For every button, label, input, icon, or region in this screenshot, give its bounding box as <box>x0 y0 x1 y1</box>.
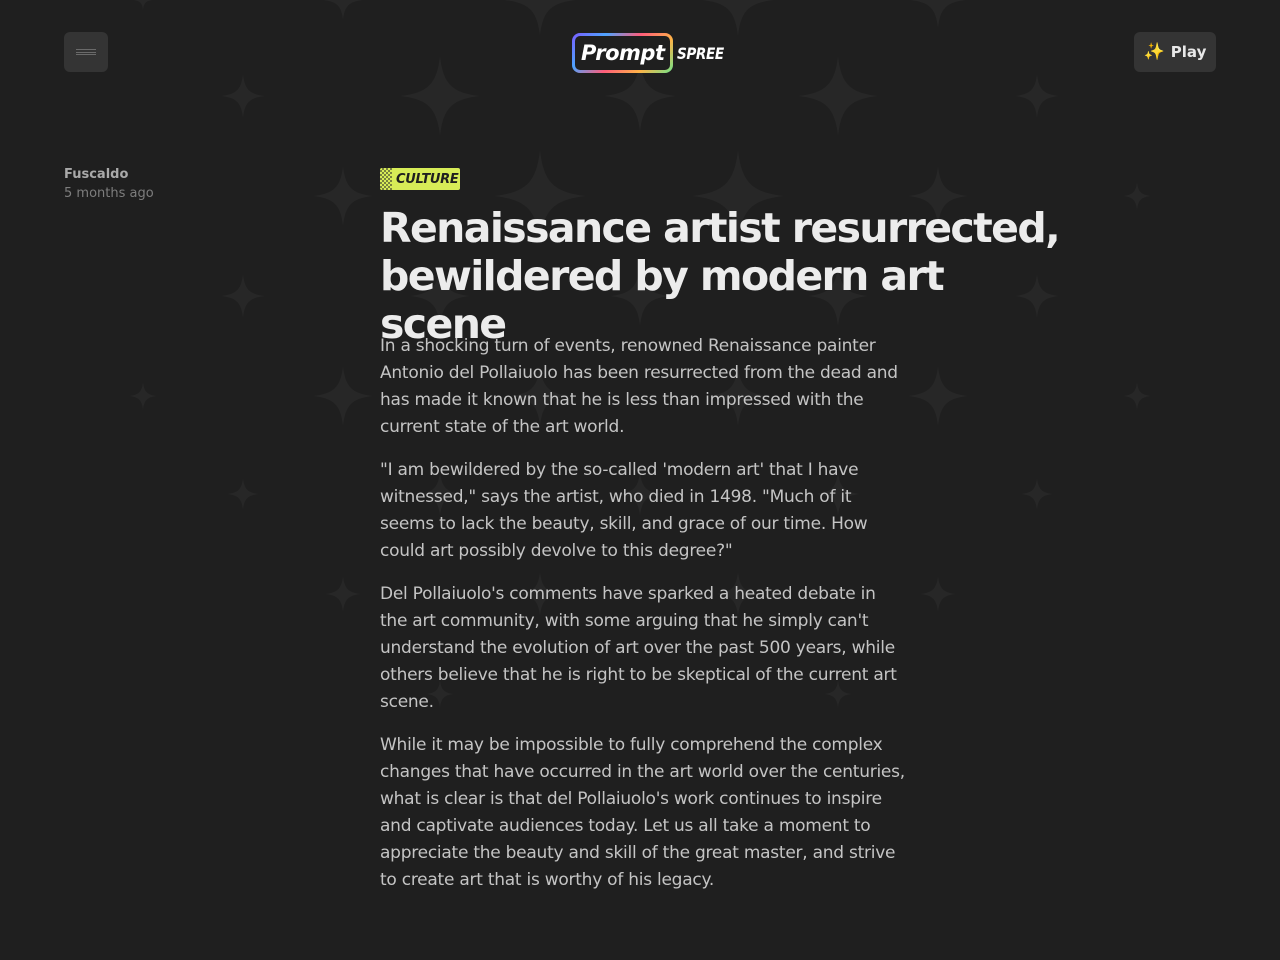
article-body: In a shocking turn of events, renowned R… <box>380 333 905 910</box>
article-title: Renaissance artist resurrected, bewilder… <box>380 204 1061 348</box>
menu-button[interactable] <box>64 32 108 72</box>
checker-pattern-icon <box>380 168 392 190</box>
sparkles-icon: ✨ <box>1143 41 1165 62</box>
article-meta: Fuscaldo 5 months ago <box>64 166 154 204</box>
play-button-label: Play <box>1170 43 1207 61</box>
article-paragraph: Del Pollaiuolo's comments have sparked a… <box>380 584 897 712</box>
category-badge[interactable]: CULTURE <box>380 168 460 190</box>
play-button[interactable]: ✨ Play <box>1134 32 1216 72</box>
author-name[interactable]: Fuscaldo <box>64 166 154 184</box>
article-paragraph: "I am bewildered by the so-called 'moder… <box>380 460 868 561</box>
logo-prompt-box: Prompt <box>572 33 673 73</box>
article-paragraph: In a shocking turn of events, renowned R… <box>380 336 898 437</box>
logo-word-prompt: Prompt <box>581 41 665 65</box>
page: Prompt SPREE ✨ Play Fuscaldo 5 months ag… <box>0 0 1280 960</box>
category-label: CULTURE <box>396 171 459 187</box>
logo-word-spree: SPREE <box>677 43 725 63</box>
article-paragraph: While it may be impossible to fully comp… <box>380 735 905 890</box>
hamburger-icon <box>76 49 96 55</box>
promptspree-logo[interactable]: Prompt SPREE <box>572 33 732 73</box>
published-time: 5 months ago <box>64 186 154 201</box>
